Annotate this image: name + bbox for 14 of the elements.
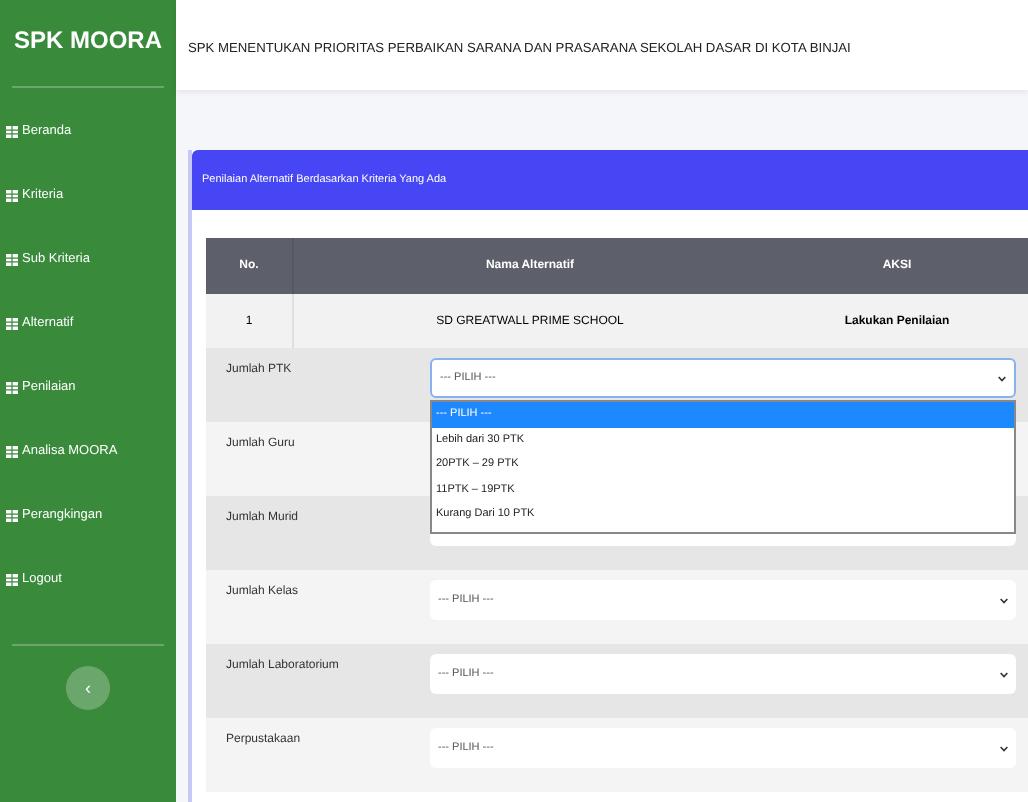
table-icon (6, 509, 18, 521)
table-icon (6, 573, 18, 585)
chevron-icon (998, 375, 1006, 381)
sidebar-toggle-button[interactable]: ‹ (66, 666, 110, 710)
table-icon (6, 253, 18, 265)
brand-title: SPK MOORA (11, 24, 164, 58)
chevron-icon (1000, 745, 1008, 751)
table-icon (6, 317, 18, 329)
table-icon (6, 445, 18, 457)
chevron-icon (1000, 597, 1008, 603)
table-icon (6, 125, 18, 137)
table-icon (6, 381, 18, 393)
table-icon (6, 189, 18, 201)
chevron-icon (1000, 671, 1008, 677)
